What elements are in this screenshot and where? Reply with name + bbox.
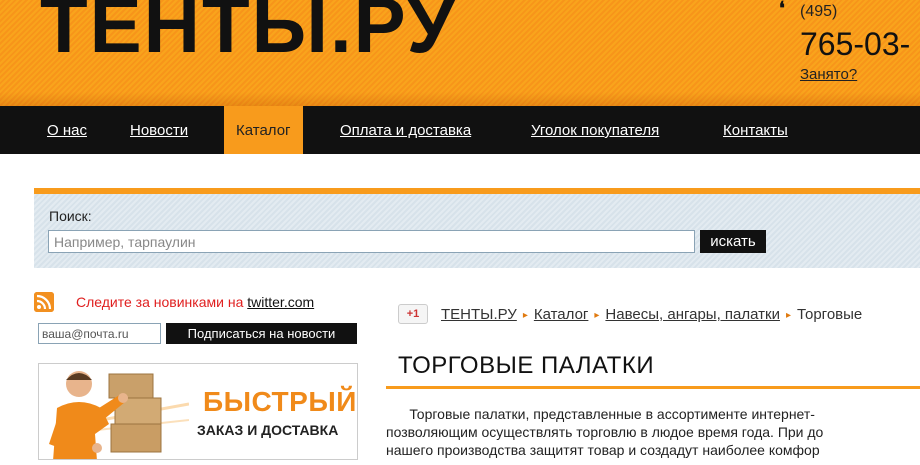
- paragraph-line: позволяющим осуществлять торговлю в людо…: [386, 424, 824, 440]
- banner-title: БЫСТРЫЙ: [203, 386, 357, 417]
- nav-item-contacts[interactable]: Контакты: [723, 106, 788, 154]
- nav-item-about[interactable]: О нас: [47, 106, 87, 154]
- banner-subtitle: ЗАКАЗ И ДОСТАВКА: [197, 422, 339, 438]
- intro-paragraph: Торговые палатки, представленные в ассор…: [386, 405, 920, 459]
- breadcrumb-home[interactable]: ТЕНТЫ.РУ: [441, 306, 517, 323]
- twitter-link[interactable]: twitter.com: [247, 294, 314, 310]
- breadcrumb-arrow-icon: ▸: [522, 310, 528, 321]
- search-input[interactable]: [48, 230, 695, 253]
- rss-icon[interactable]: [34, 292, 54, 312]
- twitter-promo-text: Следите за новинками на: [76, 294, 248, 310]
- delivery-man-illustration: [49, 371, 189, 459]
- main-nav: О нас Новости Каталог Оплата и доставка …: [0, 106, 920, 154]
- phone-number: 765-03-: [800, 26, 911, 62]
- breadcrumb-current: Торговые: [797, 306, 863, 323]
- breadcrumb-category[interactable]: Навесы, ангары, палатки: [605, 306, 780, 323]
- title-divider: [386, 386, 920, 389]
- fast-delivery-banner[interactable]: БЫСТРЫЙ ЗАКАЗ И ДОСТАВКА: [38, 363, 358, 460]
- nav-item-buyer-corner[interactable]: Уголок покупателя: [531, 106, 659, 154]
- phone-icon: ❛: [779, 0, 785, 18]
- paragraph-line: Торговые палатки, представленные в ассор…: [386, 406, 815, 422]
- page-title: ТОРГОВЫЕ ПАЛАТКИ: [398, 352, 655, 379]
- search-panel: Поиск: искать: [34, 188, 920, 268]
- breadcrumb-catalog[interactable]: Каталог: [534, 306, 589, 323]
- breadcrumb-arrow-icon: ▸: [594, 310, 600, 321]
- subscribe-button[interactable]: Подписаться на новости: [166, 323, 357, 344]
- nav-item-payment-delivery[interactable]: Оплата и доставка: [340, 106, 471, 154]
- nav-item-catalog[interactable]: Каталог: [224, 106, 303, 154]
- search-button[interactable]: искать: [700, 230, 766, 253]
- busy-link[interactable]: Занято?: [800, 66, 857, 83]
- breadcrumb-arrow-icon: ▸: [785, 310, 791, 321]
- header: ТЕНТЫ.РУ ❛ (495) 765-03- Занято?: [0, 0, 920, 106]
- paragraph-line: нашего производства защитят товар и созд…: [386, 442, 820, 458]
- email-field[interactable]: [38, 323, 161, 344]
- twitter-promo: Следите за новинками на twitter.com: [76, 294, 314, 310]
- phone-code: (495): [800, 3, 838, 20]
- site-logo[interactable]: ТЕНТЫ.РУ: [40, 0, 457, 64]
- google-plus-one-button[interactable]: +1: [398, 304, 428, 324]
- search-label: Поиск:: [49, 208, 92, 224]
- nav-item-news[interactable]: Новости: [130, 106, 188, 154]
- breadcrumb: ТЕНТЫ.РУ ▸ Каталог ▸ Навесы, ангары, палатки…: [441, 306, 862, 323]
